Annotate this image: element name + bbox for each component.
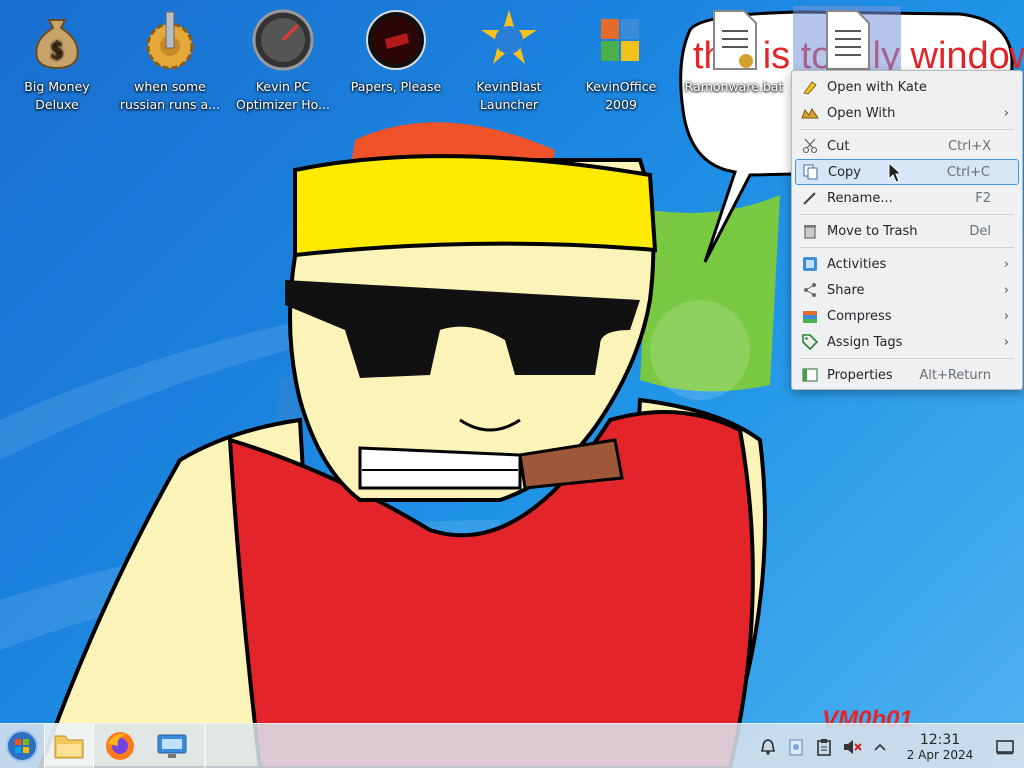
desktop-icon-selected-file[interactable] — [793, 6, 901, 76]
speedometer-icon — [251, 6, 315, 74]
office-icon — [589, 6, 653, 74]
menu-item-shortcut: Alt+Return — [919, 367, 991, 383]
activities-icon — [800, 254, 820, 274]
scissors-icon — [800, 136, 820, 156]
tray-expand-icon — [874, 743, 886, 751]
menu-item-label: Open With — [827, 105, 896, 121]
chevron-right-icon: › — [1003, 334, 1009, 350]
svg-text:$: $ — [51, 38, 63, 64]
chevron-right-icon: › — [1003, 282, 1009, 298]
desktop-icon-label: Ramonware.bat — [684, 79, 784, 94]
menu-item-label: Rename... — [827, 190, 893, 206]
desktop-icon-label: when some russian runs a... — [119, 79, 221, 112]
open-with-icon — [800, 103, 820, 123]
menu-item-assign-tags[interactable]: Assign Tags › — [795, 329, 1019, 355]
volume-muted-icon — [844, 739, 862, 754]
gear-icon — [138, 6, 202, 74]
mouse-cursor-icon — [888, 162, 902, 183]
menu-item-open-with-kate[interactable]: Open with Kate — [795, 74, 1019, 100]
desktop-icon-papers-please[interactable]: Papers, Please — [342, 6, 450, 96]
vault-icon — [789, 739, 803, 755]
tag-icon — [800, 332, 820, 352]
menu-item-shortcut: Ctrl+C — [946, 164, 990, 180]
notifications-bell-icon — [760, 738, 776, 755]
firefox-icon — [106, 732, 134, 760]
menu-item-label: Properties — [827, 367, 893, 383]
volume-button[interactable] — [838, 724, 866, 768]
papers-please-icon — [364, 6, 428, 74]
trash-icon — [800, 221, 820, 241]
menu-item-shortcut: Ctrl+X — [948, 138, 991, 154]
taskbar: 12:31 2 Apr 2024 — [0, 723, 1024, 768]
desktop-icon-kevin-pc-optimizer[interactable]: Kevin PC Optimizer Ho... — [229, 6, 337, 114]
system-settings-launcher[interactable] — [146, 724, 198, 768]
menu-item-cut[interactable]: Cut Ctrl+X — [795, 133, 1019, 159]
copy-icon — [801, 162, 821, 182]
globe-star-icon — [477, 6, 541, 74]
show-desktop-button[interactable] — [986, 724, 1024, 768]
desktop-icon-kevinoffice-2009[interactable]: KevinOffice 2009 — [567, 6, 675, 114]
menu-item-move-to-trash[interactable]: Move to Trash Del — [795, 218, 1019, 244]
system-settings-icon — [157, 734, 187, 758]
desktop-icon-ramonware-bat[interactable]: Ramonware.bat — [680, 6, 788, 96]
clock-date: 2 Apr 2024 — [906, 747, 974, 762]
menu-item-label: Activities — [827, 256, 887, 272]
menu-separator — [800, 358, 1014, 359]
tray-expand-button[interactable] — [866, 724, 894, 768]
menu-item-shortcut: F2 — [975, 190, 991, 206]
desktop-icon-label: Kevin PC Optimizer Ho... — [236, 79, 330, 112]
money-bag-icon: $ — [25, 6, 89, 74]
desktop-icon-label: Big Money Deluxe — [24, 79, 90, 112]
desktop-icon-big-money-deluxe[interactable]: $ Big Money Deluxe — [3, 6, 111, 114]
digital-clock[interactable]: 12:31 2 Apr 2024 — [900, 732, 980, 762]
notifications-button[interactable] — [754, 724, 782, 768]
share-icon — [800, 280, 820, 300]
menu-item-shortcut: Del — [969, 223, 991, 239]
context-menu: Open with Kate Open With › Cut Ctrl+X Copy Ctr… — [791, 70, 1023, 390]
menu-item-activities[interactable]: Activities › — [795, 251, 1019, 277]
start-menu-button[interactable] — [0, 724, 44, 768]
compress-icon — [800, 306, 820, 326]
desktop-icon-russian[interactable]: when some russian runs a... — [116, 6, 224, 114]
menu-item-label: Open with Kate — [827, 79, 927, 95]
clock-time: 12:31 — [919, 731, 961, 748]
menu-separator — [800, 247, 1014, 248]
desktop-icon-label: Papers, Please — [350, 79, 442, 94]
vault-button[interactable] — [782, 724, 810, 768]
menu-item-properties[interactable]: Properties Alt+Return — [795, 362, 1019, 388]
menu-item-label: Cut — [827, 138, 850, 154]
menu-item-share[interactable]: Share › — [795, 277, 1019, 303]
kate-icon — [800, 77, 820, 97]
menu-item-rename[interactable]: Rename... F2 — [795, 185, 1019, 211]
chevron-right-icon: › — [1003, 308, 1009, 324]
desktop-icon-label: KevinBlast Launcher — [476, 79, 542, 112]
firefox-launcher[interactable] — [94, 724, 146, 768]
properties-icon — [800, 365, 820, 385]
menu-item-label: Assign Tags — [827, 334, 903, 350]
menu-item-label: Compress — [827, 308, 892, 324]
clipboard-button[interactable] — [810, 724, 838, 768]
clipboard-icon — [817, 738, 831, 756]
chevron-right-icon: › — [1003, 256, 1009, 272]
file-manager-icon — [54, 735, 84, 759]
system-tray: 12:31 2 Apr 2024 — [754, 724, 1024, 768]
menu-item-label: Move to Trash — [827, 223, 918, 239]
menu-separator — [800, 129, 1014, 130]
menu-item-label: Share — [827, 282, 865, 298]
file-manager-launcher[interactable] — [44, 723, 94, 768]
start-orb-icon — [6, 730, 38, 762]
rename-icon — [800, 188, 820, 208]
show-desktop-icon — [996, 739, 1014, 754]
taskbar-separator — [204, 723, 206, 768]
batch-file-icon — [702, 6, 766, 74]
menu-item-copy[interactable]: Copy Ctrl+C — [795, 159, 1019, 185]
desktop-icon-label: KevinOffice 2009 — [585, 79, 657, 112]
menu-item-compress[interactable]: Compress › — [795, 303, 1019, 329]
menu-item-open-with[interactable]: Open With › — [795, 100, 1019, 126]
chevron-right-icon: › — [1003, 105, 1009, 121]
desktop-icon-kevinblast-launcher[interactable]: KevinBlast Launcher — [455, 6, 563, 114]
text-file-icon — [815, 6, 879, 74]
menu-separator — [800, 214, 1014, 215]
